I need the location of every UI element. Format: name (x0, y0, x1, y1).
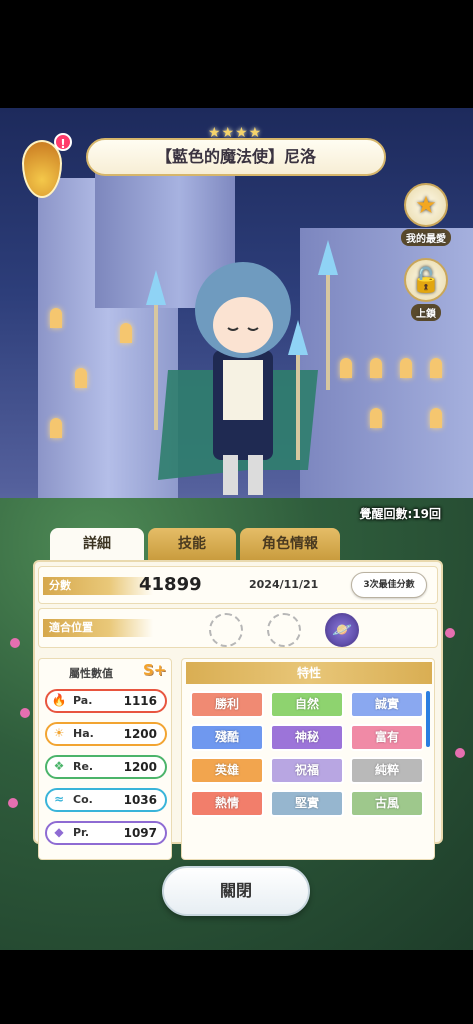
trait-tag[interactable]: 純粹 (350, 757, 424, 784)
tab-details[interactable]: 詳細 (50, 528, 144, 560)
stat-row: ❖ Re. 1200 (45, 755, 167, 779)
trait-tag[interactable]: 自然 (270, 691, 344, 718)
planet-icon: 🪐 (332, 620, 352, 639)
score-label: 分數 (43, 577, 153, 595)
flower (10, 638, 20, 648)
position-slot-empty (267, 613, 301, 647)
traits-title: 特性 (186, 662, 432, 684)
castle-window (50, 418, 62, 438)
gem-icon: ◆ (54, 825, 64, 839)
trait-tag[interactable]: 英雄 (190, 757, 264, 784)
awakening-count: 覺醒回數:19回 (359, 507, 442, 521)
trait-tag[interactable]: 誠實 (350, 691, 424, 718)
score-value: 41899 (139, 574, 202, 595)
trait-tag[interactable]: 勝利 (190, 691, 264, 718)
traits-scrollbar[interactable] (426, 691, 430, 747)
trait-tag[interactable]: 熱情 (190, 790, 264, 817)
castle-window (400, 358, 412, 378)
flower (445, 628, 455, 638)
stat-name: Co. (73, 793, 93, 806)
castle-window (370, 408, 382, 428)
alert-badge: ! (54, 133, 72, 151)
sun-icon: ☀ (53, 726, 65, 740)
favorite-button[interactable]: ★ 我的最愛 (398, 183, 454, 246)
trait-tag[interactable]: 堅實 (270, 790, 344, 817)
character-illustration (128, 230, 348, 510)
close-button[interactable]: 關閉 (162, 866, 310, 916)
clover-icon: ❖ (53, 759, 65, 773)
castle-window (370, 358, 382, 378)
trait-tag[interactable]: 富有 (350, 724, 424, 751)
stat-name: Re. (73, 760, 94, 773)
flower (455, 748, 465, 758)
lock-label: 上鎖 (411, 304, 441, 321)
stat-name: Ha. (73, 727, 94, 740)
stat-row: ☀ Ha. 1200 (45, 722, 167, 746)
position-label: 適合位置 (43, 619, 153, 637)
castle-window (50, 308, 62, 328)
unlock-icon: 🔓 (404, 258, 448, 302)
tab-skills[interactable]: 技能 (148, 528, 236, 560)
stats-box: 屬性數值 S+ 🔥 Pa. 1116 ☀ Ha. 1200 ❖ Re. 1200 ≈ Co. 1036… (38, 658, 172, 860)
stats-rank: S+ (143, 661, 167, 679)
position-slot-filled: 🪐 (325, 613, 359, 647)
tab-character-info[interactable]: 角色情報 (240, 528, 340, 560)
flower (8, 798, 18, 808)
trait-tag[interactable]: 神秘 (270, 724, 344, 751)
stat-value: 1200 (123, 760, 157, 774)
score-row: 分數 41899 2024/11/21 3次最佳分數 (38, 566, 438, 604)
castle-window (75, 368, 87, 388)
best-score-button[interactable]: 3次最佳分數 (351, 572, 427, 598)
trait-tag[interactable]: 古風 (350, 790, 424, 817)
stat-value: 1200 (123, 727, 157, 741)
stat-row: ≈ Co. 1036 (45, 788, 167, 812)
stat-name: Pr. (73, 826, 90, 839)
stat-name: Pa. (73, 694, 93, 707)
position-slot-empty (209, 613, 243, 647)
stat-value: 1116 (123, 694, 157, 708)
lock-button[interactable]: 🔓 上鎖 (398, 258, 454, 321)
stat-value: 1097 (123, 826, 157, 840)
stat-row: 🔥 Pa. 1116 (45, 689, 167, 713)
position-box: 適合位置 🪐 (38, 608, 438, 648)
flower (20, 708, 30, 718)
stat-value: 1036 (123, 793, 157, 807)
stat-row: ◆ Pr. 1097 (45, 821, 167, 845)
stats-title: 屬性數值 (69, 667, 113, 680)
detail-tabs: 詳細 技能 角色情報 (50, 528, 340, 560)
character-title: 【藍色的魔法使】尼洛 (86, 138, 386, 176)
star-icon: ★ (404, 183, 448, 227)
traits-box: 特性 勝利 自然 誠實殘酷 神秘 富有英雄 祝福 純粹熱情 堅實 古風 (181, 658, 435, 860)
castle-window (430, 408, 442, 428)
score-date: 2024/11/21 (249, 578, 319, 591)
wave-icon: ≈ (53, 792, 65, 806)
favorite-label: 我的最愛 (401, 229, 451, 246)
flame-icon: 🔥 (51, 693, 67, 707)
castle-window (430, 358, 442, 378)
details-panel: 分數 41899 2024/11/21 3次最佳分數 適合位置 🪐 屬性數值 S… (33, 560, 443, 860)
trait-tag[interactable]: 祝福 (270, 757, 344, 784)
trait-tag[interactable]: 殘酷 (190, 724, 264, 751)
